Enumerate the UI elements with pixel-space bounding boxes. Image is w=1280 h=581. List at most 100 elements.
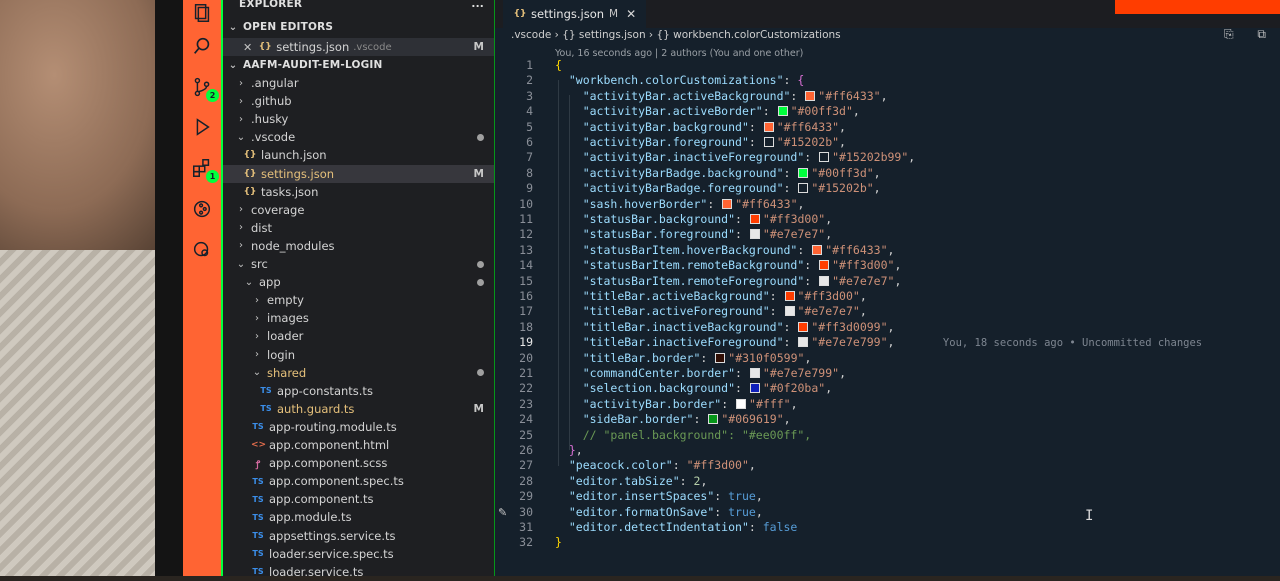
tree-item[interactable]: TS app-routing.module.ts xyxy=(223,418,494,436)
color-swatch[interactable] xyxy=(708,414,719,425)
tree-item[interactable]: ꝭ app.component.scss xyxy=(223,454,494,472)
color-swatch[interactable] xyxy=(819,260,830,271)
tree-item[interactable]: TS app.component.spec.ts xyxy=(223,472,494,490)
code-line[interactable]: 32} xyxy=(495,535,1280,550)
color-swatch[interactable] xyxy=(819,275,830,286)
code-line[interactable]: 22 "selection.background": "#0f20ba", xyxy=(495,381,1280,396)
tree-item[interactable]: ⌄ src xyxy=(223,255,494,273)
color-swatch[interactable] xyxy=(805,90,816,101)
code-line[interactable]: 2 "workbench.colorCustomizations": { xyxy=(495,73,1280,88)
code-line[interactable]: 1{ xyxy=(495,58,1280,73)
code-line[interactable]: 27 "peacock.color": "#ff3d00", xyxy=(495,458,1280,473)
code-line[interactable]: 15 "statusBarItem.remoteForeground": "#e… xyxy=(495,274,1280,289)
open-editors-section[interactable]: ⌄ OPEN EDITORS xyxy=(223,18,494,36)
code-line[interactable]: 21 "commandCenter.border": "#e7e7e799", xyxy=(495,366,1280,381)
code-line[interactable]: 12 "statusBar.foreground": "#e7e7e7", xyxy=(495,227,1280,242)
tree-item[interactable]: TS app-constants.ts xyxy=(223,382,494,400)
color-swatch[interactable] xyxy=(777,106,788,117)
breadcrumb[interactable]: .vscode › {} settings.json › {} workbenc… xyxy=(511,29,841,41)
tree-item[interactable]: › .husky xyxy=(223,110,494,128)
tree-item[interactable]: ⌄ app xyxy=(223,273,494,291)
code-line[interactable]: 3 "activityBar.activeBackground": "#ff64… xyxy=(495,89,1280,104)
code-line[interactable]: 17 "titleBar.activeForeground": "#e7e7e7… xyxy=(495,304,1280,319)
color-swatch[interactable] xyxy=(798,167,809,178)
extensions-icon[interactable]: 1 xyxy=(189,155,219,183)
color-swatch[interactable] xyxy=(736,398,747,409)
code-line[interactable]: 29 "editor.insertSpaces": true, xyxy=(495,489,1280,504)
code-line[interactable]: 25 // "panel.background": "#ee00ff", xyxy=(495,428,1280,443)
color-swatch[interactable] xyxy=(763,121,774,132)
code-line[interactable]: 19 "titleBar.inactiveForeground": "#e7e7… xyxy=(495,335,1280,350)
tree-item[interactable]: {} settings.json M xyxy=(223,164,494,183)
search-icon[interactable] xyxy=(189,33,215,59)
tree-item[interactable]: › images xyxy=(223,309,494,327)
code-line[interactable]: 11 "statusBar.background": "#ff3d00", xyxy=(495,212,1280,227)
code-line[interactable]: 7 "activityBar.inactiveForeground": "#15… xyxy=(495,150,1280,165)
color-swatch[interactable] xyxy=(819,152,830,163)
code-line[interactable]: 9 "activityBarBadge.foreground": "#15202… xyxy=(495,181,1280,196)
tree-item[interactable]: › .github xyxy=(223,92,494,110)
code-text: "statusBar.background": "#ff3d00", xyxy=(555,212,832,227)
color-swatch[interactable] xyxy=(722,198,733,209)
tree-item[interactable]: ⌄ .vscode xyxy=(223,128,494,146)
color-swatch[interactable] xyxy=(798,183,809,194)
remote-explorer-icon[interactable] xyxy=(189,237,215,263)
code-line[interactable]: 6 "activityBar.foreground": "#15202b", xyxy=(495,135,1280,150)
code-line[interactable]: 10 "sash.hoverBorder": "#ff6433", xyxy=(495,197,1280,212)
tree-item[interactable]: TS loader.service.ts xyxy=(223,563,494,581)
code-line[interactable]: 30 "editor.formatOnSave": true, xyxy=(495,505,1280,520)
code-line[interactable]: 5 "activityBar.background": "#ff6433", xyxy=(495,120,1280,135)
code-line[interactable]: 26 }, xyxy=(495,443,1280,458)
color-swatch[interactable] xyxy=(749,383,760,394)
tree-item[interactable]: › empty xyxy=(223,291,494,309)
color-swatch[interactable] xyxy=(798,337,809,348)
tab-close-icon[interactable]: ✕ xyxy=(626,7,636,21)
tree-item[interactable]: TS app.component.ts xyxy=(223,490,494,508)
code-line[interactable]: 18 "titleBar.inactiveBackground": "#ff3d… xyxy=(495,320,1280,335)
tree-item[interactable]: › login xyxy=(223,346,494,364)
color-swatch[interactable] xyxy=(749,229,760,240)
open-editor-item[interactable]: ✕ {} settings.json .vscode M xyxy=(223,38,494,56)
tree-item[interactable]: TS app.module.ts xyxy=(223,508,494,526)
code-line[interactable]: 13 "statusBarItem.hoverBackground": "#ff… xyxy=(495,243,1280,258)
tab-settings-json[interactable]: {} settings.json M ✕ xyxy=(503,0,647,28)
tree-item[interactable]: ⌄ shared xyxy=(223,364,494,382)
code-line[interactable]: 14 "statusBarItem.remoteBackground": "#f… xyxy=(495,258,1280,273)
close-icon[interactable]: ✕ xyxy=(243,41,252,54)
tree-item[interactable]: › dist xyxy=(223,219,494,237)
tree-item[interactable]: {} launch.json xyxy=(223,146,494,164)
project-section[interactable]: ⌄ AAFM-AUDIT-EM-LOGIN xyxy=(223,56,494,74)
tree-item[interactable]: {} tasks.json xyxy=(223,183,494,201)
color-swatch[interactable] xyxy=(715,352,726,363)
tree-item[interactable]: › coverage xyxy=(223,201,494,219)
inline-blame[interactable]: You, 18 seconds ago • Uncommitted change… xyxy=(943,337,1202,349)
code-line[interactable]: 24 "sideBar.border": "#069619", xyxy=(495,412,1280,427)
run-debug-icon[interactable] xyxy=(189,114,215,140)
code-line[interactable]: 16 "titleBar.activeBackground": "#ff3d00… xyxy=(495,289,1280,304)
color-swatch[interactable] xyxy=(812,244,823,255)
source-control-icon[interactable]: 2 xyxy=(189,74,219,102)
color-swatch[interactable] xyxy=(749,368,760,378)
code-line[interactable]: 23 "activityBar.border": "#fff", xyxy=(495,397,1280,412)
tree-item[interactable]: › loader xyxy=(223,327,494,345)
color-swatch[interactable] xyxy=(784,291,795,301)
code-line[interactable]: 20 "titleBar.border": "#310f0599", xyxy=(495,351,1280,366)
code-line[interactable]: 4 "activityBar.activeBorder": "#00ff3d", xyxy=(495,104,1280,119)
more-actions-button[interactable]: ... xyxy=(471,0,484,10)
tree-item[interactable]: › node_modules xyxy=(223,237,494,255)
code-line[interactable]: 28 "editor.tabSize": 2, xyxy=(495,474,1280,489)
editor-actions[interactable]: ⎘ ⧉ xyxy=(1224,27,1276,42)
code-line[interactable]: 31 "editor.detectIndentation": false xyxy=(495,520,1280,535)
tree-item[interactable]: TS auth.guard.ts M xyxy=(223,400,494,418)
git-graph-icon[interactable] xyxy=(189,196,215,222)
tree-item[interactable]: › .angular xyxy=(223,74,494,92)
color-swatch[interactable] xyxy=(784,306,795,317)
color-swatch[interactable] xyxy=(798,321,809,332)
tree-item[interactable]: <> app.component.html xyxy=(223,436,494,454)
tree-item[interactable]: TS loader.service.spec.ts xyxy=(223,545,494,563)
color-swatch[interactable] xyxy=(749,214,760,224)
code-line[interactable]: 8 "activityBarBadge.background": "#00ff3… xyxy=(495,166,1280,181)
explorer-icon[interactable] xyxy=(189,0,215,26)
color-swatch[interactable] xyxy=(763,137,774,147)
tree-item[interactable]: TS appsettings.service.ts xyxy=(223,527,494,545)
